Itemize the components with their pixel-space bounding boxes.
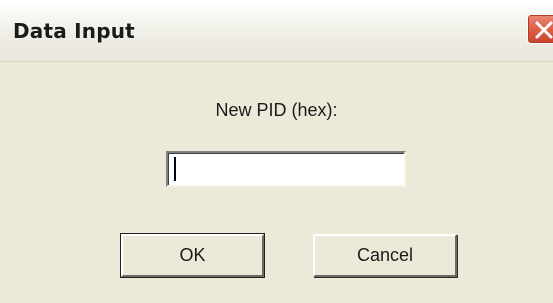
close-icon [535, 21, 553, 39]
pid-prompt-label: New PID (hex): [215, 100, 338, 120]
window-title: Data Input [13, 19, 135, 43]
data-input-dialog: Data Input New PID (hex): OK Cancel [0, 0, 553, 303]
pid-hex-input[interactable] [166, 151, 406, 187]
cancel-button[interactable]: Cancel [313, 234, 457, 277]
title-bar[interactable]: Data Input [0, 0, 553, 62]
ok-button[interactable]: OK [120, 233, 265, 278]
text-caret [174, 157, 176, 181]
close-button[interactable] [527, 14, 553, 44]
